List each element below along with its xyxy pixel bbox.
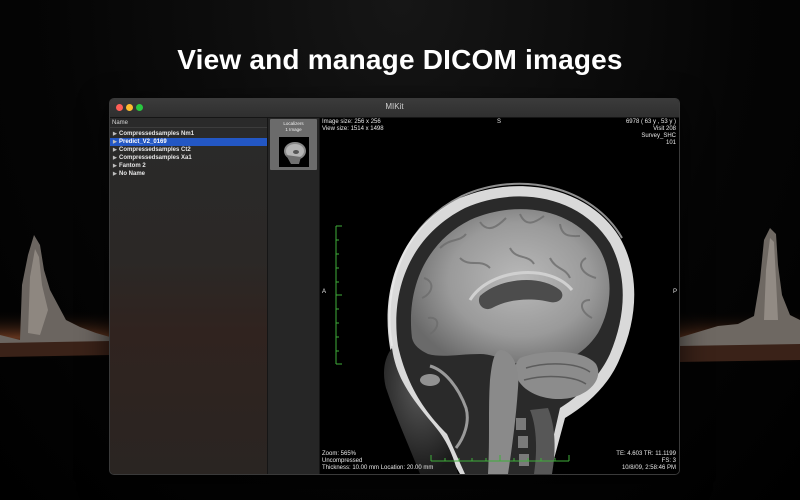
study-row-selected[interactable]: ▶ Predict_V2_0169: [110, 138, 267, 146]
image-viewer[interactable]: Image size: 256 x 256 View size: 1514 x …: [320, 118, 679, 474]
orientation-anterior: A: [322, 289, 327, 295]
thumbnail-series-name: Localizers: [283, 121, 304, 126]
promo-stage: View and manage DICOM images MIKit Name …: [0, 0, 800, 500]
study-row-label: Compressedsamples Nm1: [119, 131, 195, 137]
survey-text: Survey_SHC: [641, 133, 676, 139]
study-row[interactable]: ▶ Compressedsamples Xa1: [110, 154, 267, 162]
series-number-text: 101: [665, 140, 676, 146]
window-title: MIKit: [385, 102, 404, 111]
orientation-posterior: P: [672, 289, 677, 295]
compression-text: Uncompressed: [322, 458, 363, 464]
series-thumbnail-strip: Localizers 1 Image: [268, 118, 320, 474]
study-row-label: Predict_V2_0169: [119, 139, 167, 145]
zoom-text: Zoom: 565%: [322, 451, 357, 457]
window-titlebar[interactable]: MIKit: [110, 99, 679, 118]
patient-sidebar: Name ▶ Compressedsamples Nm1 ▶ Predict_V2_…: [110, 118, 268, 474]
patient-id-text: 6978 ( 63 y , 53 y ): [625, 119, 676, 125]
rock-formation-right: [678, 228, 800, 365]
study-row[interactable]: ▶ Compressedsamples Ct2: [110, 146, 267, 154]
study-row-label: No Name: [119, 171, 146, 177]
visit-text: Visit 208: [653, 126, 676, 132]
overlay-top-left: Image size: 256 x 256 View size: 1514 x …: [322, 119, 384, 133]
study-row-label: Compressedsamples Xa1: [119, 155, 192, 161]
study-row-label: Compressedsamples Ct2: [119, 147, 191, 153]
acquisition-date-text: 10/8/09, 2:58:46 PM: [621, 465, 676, 471]
overlay-bottom-left: Zoom: 565% Uncompressed Thickness: 10.00…: [322, 451, 433, 472]
thumbnail-image: [279, 137, 309, 167]
mri-sagittal-image: [335, 182, 635, 474]
fs-text: FS: 3: [661, 458, 676, 464]
view-size-text: View size: 1514 x 1498: [322, 126, 384, 132]
study-row[interactable]: ▶ Fantom 2: [110, 162, 267, 170]
vertical-scale-ruler: [335, 225, 342, 365]
promo-headline: View and manage DICOM images: [177, 44, 623, 75]
study-row[interactable]: ▶ No Name: [110, 170, 267, 178]
overlay-top-right: 6978 ( 63 y , 53 y ) Visit 208 Survey_SH…: [626, 119, 676, 147]
image-size-text: Image size: 256 x 256: [322, 119, 381, 125]
orientation-superior: S: [497, 119, 502, 125]
thickness-location-text: Thickness: 10.00 mm Location: 20.00 mm: [322, 465, 434, 471]
study-row[interactable]: ▶ Compressedsamples Nm1: [110, 130, 267, 138]
study-list: ▶ Compressedsamples Nm1 ▶ Predict_V2_0169 …: [110, 130, 267, 178]
overlay-bottom-right: TE: 4.603 TR: 11.1199 FS: 3 10/8/09, 2:5…: [616, 451, 676, 472]
study-row-label: Fantom 2: [119, 163, 146, 169]
rock-formation-left: [0, 235, 110, 360]
series-thumbnail[interactable]: Localizers 1 Image: [270, 119, 317, 170]
thumbnail-image-count: 1 Image: [285, 127, 302, 132]
mikit-window: MIKit Name ▶ Compressedsamples Nm1 ▶ Predi…: [109, 98, 680, 475]
te-tr-text: TE: 4.603 TR: 11.1199: [616, 451, 676, 457]
name-column-header[interactable]: Name: [110, 118, 267, 128]
